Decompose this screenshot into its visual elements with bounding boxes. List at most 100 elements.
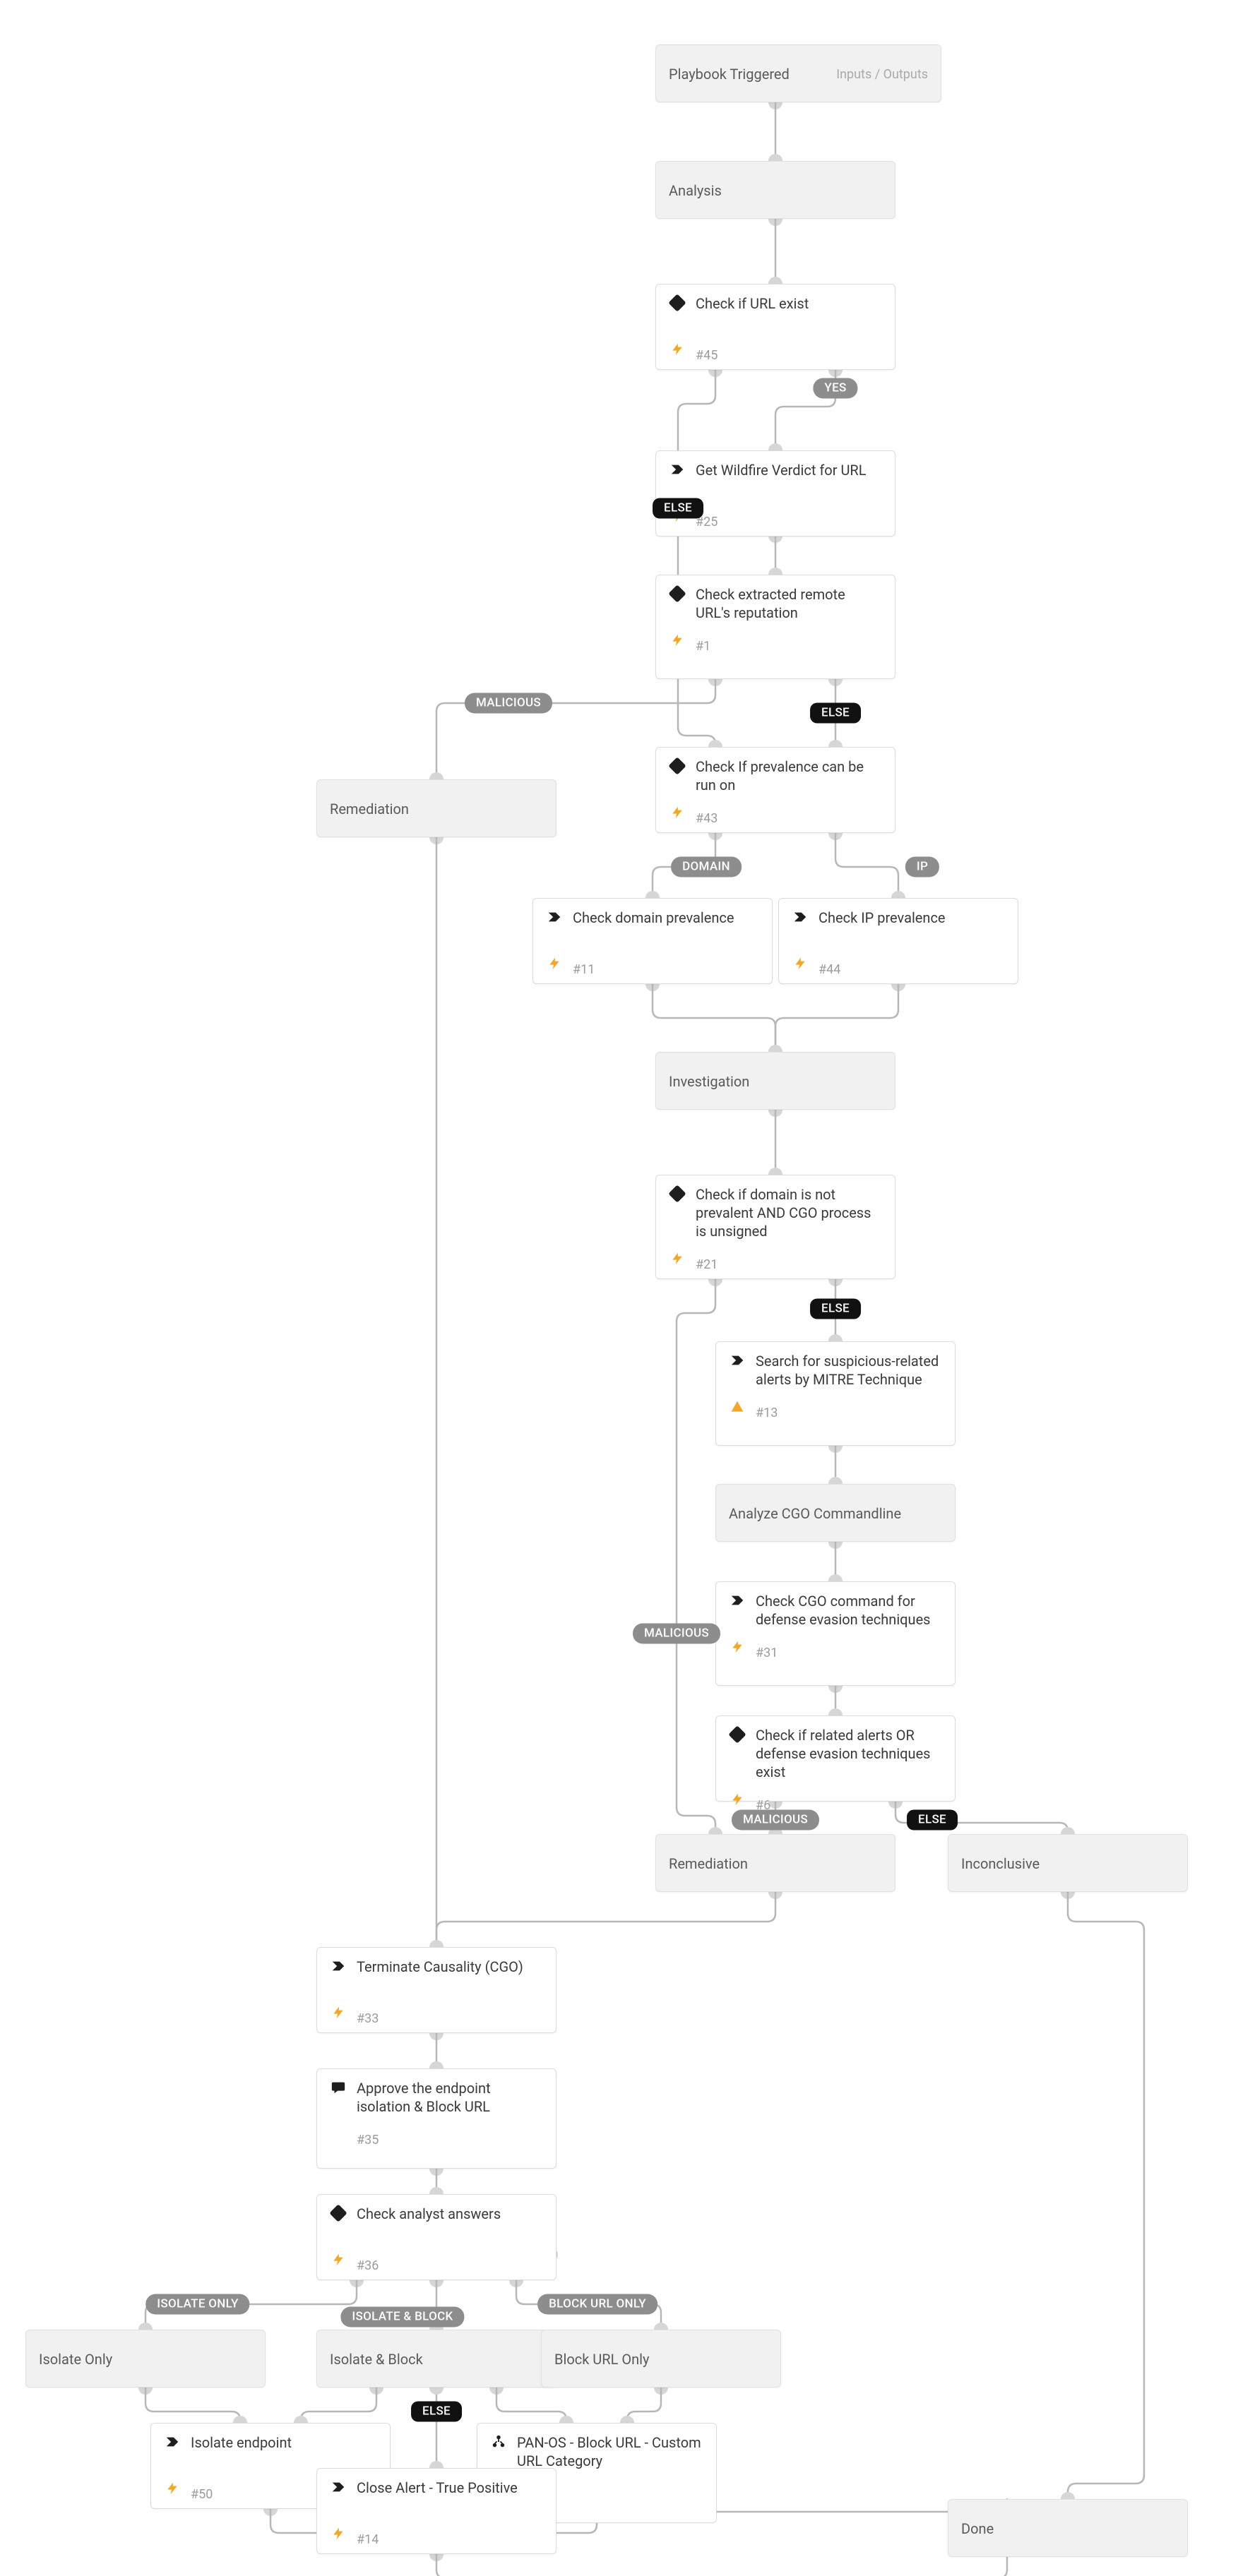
task-id: #11 xyxy=(573,962,595,977)
diamond-icon xyxy=(669,1185,686,1202)
title: Check IP prevalence xyxy=(819,909,946,927)
title: Analyze CGO Commandline xyxy=(729,1504,901,1523)
node-block-url-only[interactable]: Block URL Only xyxy=(541,2330,781,2388)
bolt-icon xyxy=(164,2480,181,2497)
title: Check if domain is not prevalent AND CGO… xyxy=(696,1185,882,1240)
title: Get Wildfire Verdict for URL xyxy=(696,461,867,479)
node-analyze-cgo-commandline[interactable]: Analyze CGO Commandline xyxy=(715,1484,956,1542)
node-isolate-and-block[interactable]: Isolate & Block xyxy=(316,2330,556,2388)
pill-isolate-block: ISOLATE & BLOCK xyxy=(340,2307,464,2328)
task-id: #14 xyxy=(357,2532,379,2547)
node-close-alert-true-positive[interactable]: Close Alert - True Positive #14 xyxy=(316,2468,556,2554)
title: Check if URL exist xyxy=(696,294,809,313)
diamond-icon xyxy=(669,294,686,311)
node-check-cgo-defense-evasion[interactable]: Check CGO command for defense evasion te… xyxy=(715,1581,956,1686)
arrow-icon xyxy=(792,909,809,925)
bolt-icon xyxy=(330,2525,347,2542)
arrow-icon xyxy=(729,1592,746,1609)
task-id: #21 xyxy=(696,1257,718,1272)
subplaybook-icon xyxy=(490,2433,507,2450)
bolt-icon xyxy=(330,2251,347,2268)
bolt-icon xyxy=(792,955,809,972)
node-approve-isolation[interactable]: Approve the endpoint isolation & Block U… xyxy=(316,2068,556,2169)
pill-else-3: ELSE xyxy=(810,1299,861,1319)
title: Check if related alerts OR defense evasi… xyxy=(756,1726,942,1781)
node-terminate-causality[interactable]: Terminate Causality (CGO) #33 xyxy=(316,1947,556,2033)
node-check-domain-prevalence[interactable]: Check domain prevalence #11 xyxy=(532,898,773,984)
pill-else-5: ELSE xyxy=(411,2402,462,2422)
title: Close Alert - True Positive xyxy=(357,2479,518,2497)
title: PAN-OS - Block URL - Custom URL Category xyxy=(517,2433,703,2470)
title: Investigation xyxy=(669,1072,749,1091)
node-remediation-2[interactable]: Remediation xyxy=(655,1834,895,1892)
bolt-icon xyxy=(729,1791,746,1808)
arrow-icon xyxy=(546,909,563,925)
task-id: #43 xyxy=(696,811,718,826)
bolt-icon xyxy=(669,1250,686,1267)
node-check-ip-prevalence[interactable]: Check IP prevalence #44 xyxy=(778,898,1018,984)
title: Remediation xyxy=(330,800,409,818)
chat-icon xyxy=(330,2079,347,2096)
warning-icon xyxy=(729,1398,746,1415)
node-analysis[interactable]: Analysis xyxy=(655,161,895,219)
bolt-icon xyxy=(330,2004,347,2021)
node-check-related-alerts[interactable]: Check if related alerts OR defense evasi… xyxy=(715,1715,956,1802)
pill-else-1: ELSE xyxy=(653,498,703,519)
title: Check domain prevalence xyxy=(573,909,734,927)
task-id: #44 xyxy=(819,962,840,977)
task-id: #36 xyxy=(357,2258,379,2273)
diamond-icon xyxy=(729,1726,746,1743)
node-check-url-exist[interactable]: Check if URL exist #45 xyxy=(655,284,895,370)
pill-malicious-2: MALICIOUS xyxy=(633,1624,720,1644)
title: Terminate Causality (CGO) xyxy=(357,1958,523,1976)
title: Search for suspicious-related alerts by … xyxy=(756,1352,942,1389)
diamond-icon xyxy=(330,2205,347,2222)
node-done[interactable]: Done xyxy=(948,2499,1188,2557)
pill-malicious-3: MALICIOUS xyxy=(732,1810,819,1831)
title: Remediation xyxy=(669,1855,748,1873)
pill-yes: YES xyxy=(813,378,857,399)
diamond-icon xyxy=(669,757,686,774)
arrow-icon xyxy=(330,1958,347,1975)
node-search-suspicious-alerts[interactable]: Search for suspicious-related alerts by … xyxy=(715,1341,956,1446)
node-remediation-1[interactable]: Remediation xyxy=(316,779,556,837)
title: Inconclusive xyxy=(961,1855,1040,1873)
title: Isolate endpoint xyxy=(191,2433,292,2452)
task-id: #13 xyxy=(756,1406,778,1420)
diamond-icon xyxy=(669,585,686,602)
pill-ip: IP xyxy=(905,857,939,877)
arrow-icon xyxy=(729,1352,746,1369)
node-check-analyst-answers[interactable]: Check analyst answers #36 xyxy=(316,2194,556,2280)
title: Playbook Triggered xyxy=(669,65,790,83)
spacer xyxy=(330,2126,347,2143)
node-check-prevalence-runnable[interactable]: Check If prevalence can be run on #43 xyxy=(655,747,895,833)
title: Check If prevalence can be run on xyxy=(696,757,882,794)
title: Done xyxy=(961,2520,994,2538)
pill-else-2: ELSE xyxy=(810,703,861,724)
bolt-icon xyxy=(669,341,686,358)
bolt-icon xyxy=(669,632,686,649)
pill-domain: DOMAIN xyxy=(671,857,742,877)
node-get-wildfire-verdict[interactable]: Get Wildfire Verdict for URL #25 xyxy=(655,450,895,537)
task-id: #33 xyxy=(357,2011,379,2026)
task-id: #35 xyxy=(357,2133,379,2147)
bolt-icon xyxy=(729,1639,746,1655)
task-id: #50 xyxy=(191,2487,213,2502)
title: Check CGO command for defense evasion te… xyxy=(756,1592,942,1629)
bolt-icon xyxy=(546,955,563,972)
pill-block-url-only: BLOCK URL ONLY xyxy=(537,2294,657,2315)
task-id: #1 xyxy=(696,639,710,654)
title: Approve the endpoint isolation & Block U… xyxy=(357,2079,543,2116)
title: Block URL Only xyxy=(554,2350,649,2368)
node-investigation[interactable]: Investigation xyxy=(655,1052,895,1110)
title: Isolate & Block xyxy=(330,2350,423,2368)
node-check-url-reputation[interactable]: Check extracted remote URL's reputation … xyxy=(655,575,895,679)
task-id: #45 xyxy=(696,348,718,363)
title: Check extracted remote URL's reputation xyxy=(696,585,882,622)
pill-else-4: ELSE xyxy=(907,1810,958,1831)
node-inconclusive[interactable]: Inconclusive xyxy=(948,1834,1188,1892)
node-playbook-triggered[interactable]: Playbook Triggered Inputs / Outputs xyxy=(655,44,941,102)
inputs-outputs-label[interactable]: Inputs / Outputs xyxy=(836,67,928,82)
node-isolate-only[interactable]: Isolate Only xyxy=(25,2330,266,2388)
node-check-domain-unsigned[interactable]: Check if domain is not prevalent AND CGO… xyxy=(655,1175,895,1279)
